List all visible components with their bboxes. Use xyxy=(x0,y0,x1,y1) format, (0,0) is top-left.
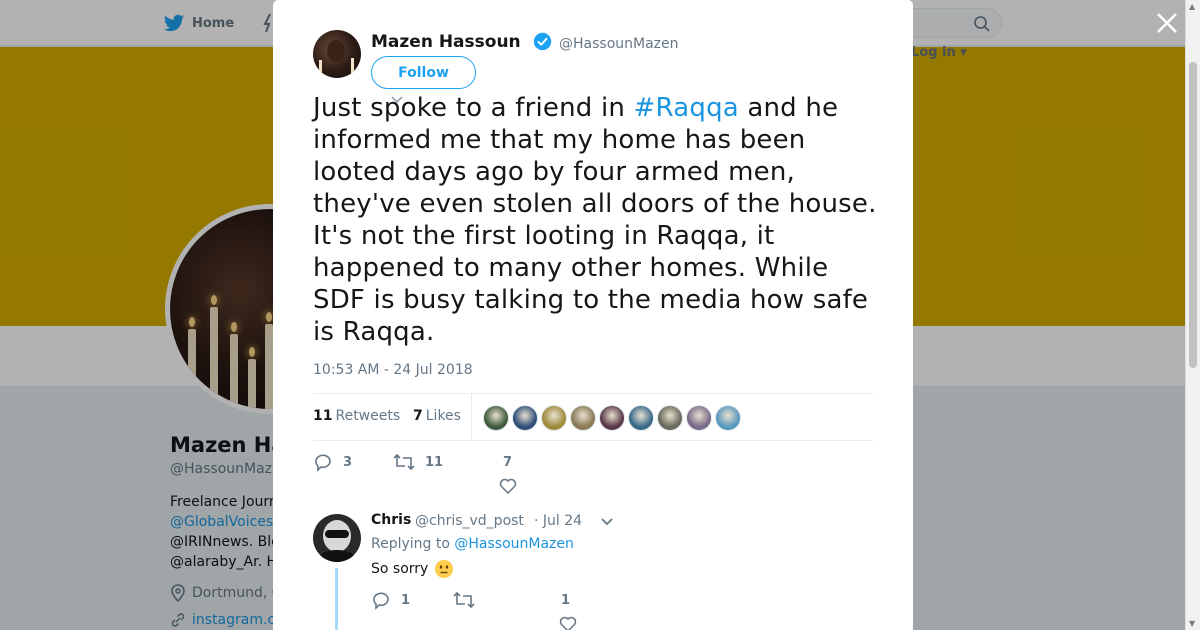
tweet-modal: Mazen Hassoun @HassounMazen Follow Just … xyxy=(273,0,913,630)
liker-avatar[interactable] xyxy=(570,405,596,431)
chevron-down-icon[interactable] xyxy=(599,516,615,528)
retweet-icon xyxy=(393,453,415,471)
thread-line xyxy=(335,568,338,630)
hashtag-link[interactable]: #Raqqa xyxy=(634,93,739,123)
liker-avatar[interactable] xyxy=(715,405,741,431)
reply-button[interactable]: 3 xyxy=(313,452,352,472)
tweet-stats: 11 Retweets 7 Likes xyxy=(313,393,873,441)
like-count: 7 xyxy=(503,455,513,470)
author-handle[interactable]: @HassounMazen xyxy=(559,36,679,52)
reply-icon xyxy=(373,592,389,610)
verified-badge-icon xyxy=(533,32,552,51)
stats-divider xyxy=(471,394,472,440)
retweet-icon xyxy=(453,591,475,609)
close-icon[interactable] xyxy=(1154,10,1180,36)
reply-author-handle[interactable]: @chris_vd_post xyxy=(415,513,524,529)
heart-icon xyxy=(559,616,577,630)
replying-to: Replying to @HassounMazen xyxy=(371,536,574,552)
likers-avatars xyxy=(483,405,741,431)
reply-reply-button[interactable]: 1 xyxy=(371,590,410,610)
reply-author-avatar[interactable] xyxy=(313,514,361,562)
liker-avatar[interactable] xyxy=(657,405,683,431)
reply-retweet-button[interactable] xyxy=(453,590,485,610)
liker-avatar[interactable] xyxy=(599,405,625,431)
tweet-timestamp[interactable]: 10:53 AM - 24 Jul 2018 xyxy=(313,362,473,378)
neutral-face-emoji-icon xyxy=(435,560,454,578)
tweet-text: Just spoke to a friend in #Raqqa and he … xyxy=(313,92,883,348)
tweet-text-part: and he informed me that my home has been… xyxy=(313,93,877,347)
replying-to-link[interactable]: @HassounMazen xyxy=(454,536,574,552)
author-name[interactable]: Mazen Hassoun xyxy=(371,32,521,52)
liker-avatar[interactable] xyxy=(686,405,712,431)
reply-actions: 1 1 xyxy=(371,590,871,630)
reply-author-name[interactable]: Chris xyxy=(371,512,411,528)
retweets-stat[interactable]: 11 Retweets xyxy=(313,408,400,424)
like-button[interactable]: 7 xyxy=(499,452,533,496)
author-avatar[interactable] xyxy=(313,30,361,78)
reply-text: So sorry xyxy=(371,559,454,579)
reply-like-button[interactable]: 1 xyxy=(559,590,591,630)
page-scrollbar[interactable]: ▲ ▼ xyxy=(1185,0,1200,630)
scrollbar-thumb[interactable] xyxy=(1189,62,1197,368)
reply-like-count: 1 xyxy=(561,593,571,608)
follow-button[interactable]: Follow xyxy=(371,56,476,89)
tweet-actions: 3 11 7 xyxy=(313,452,873,496)
retweet-button[interactable]: 11 xyxy=(393,452,443,472)
heart-icon xyxy=(499,478,517,494)
reply-icon xyxy=(315,454,331,472)
tweet-text-part: Just spoke to a friend in xyxy=(313,93,634,123)
liker-avatar[interactable] xyxy=(541,405,567,431)
liker-avatar[interactable] xyxy=(483,405,509,431)
liker-avatar[interactable] xyxy=(512,405,538,431)
likes-stat[interactable]: 7 Likes xyxy=(413,408,461,424)
reply-date[interactable]: · Jul 24 xyxy=(534,513,582,529)
liker-avatar[interactable] xyxy=(628,405,654,431)
